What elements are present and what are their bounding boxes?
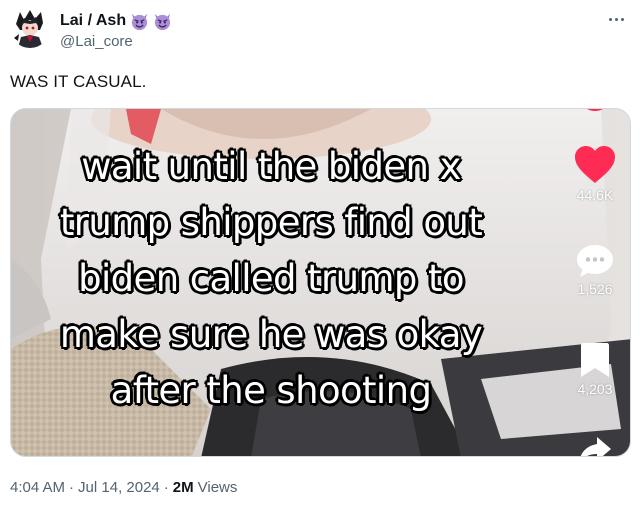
views-count: 2M	[172, 479, 194, 496]
tweet-text: WAS IT CASUAL.	[10, 72, 147, 91]
avatar-follow-peek[interactable]	[560, 109, 630, 113]
share-button[interactable]	[560, 435, 630, 456]
meta-separator: ·	[163, 479, 169, 496]
author-handle[interactable]: @Lai_core	[60, 33, 133, 50]
tweet-media[interactable]: wait until the biden x trump shippers fi…	[10, 108, 631, 457]
comment-count: 1,526	[577, 281, 613, 297]
save-button[interactable]: 4,203	[560, 341, 630, 397]
caption-line: wait until the biden x	[81, 145, 461, 188]
tweet-date[interactable]: Jul 14, 2024	[78, 479, 160, 496]
follow-plus-icon	[587, 109, 603, 111]
author-name-row: Lai / Ash	[60, 10, 172, 32]
bookmark-icon	[581, 343, 609, 377]
caption-line: biden called trump to	[78, 257, 464, 300]
comment-button[interactable]: 1,526	[560, 243, 630, 297]
save-count: 4,203	[577, 381, 613, 397]
like-button[interactable]: 44.6K	[560, 145, 630, 203]
tweet-metadata: 4:04 AM · Jul 14, 2024 · 2M Views	[10, 479, 237, 496]
like-count: 44.6K	[576, 187, 614, 203]
avatar[interactable]	[10, 8, 50, 48]
more-dot	[620, 17, 624, 21]
heart-icon	[575, 146, 615, 183]
video-side-rail: 44.6K 1,526 4,203	[560, 109, 630, 456]
author-display-name[interactable]: Lai / Ash	[60, 12, 126, 30]
caption-line: after the shooting	[110, 369, 432, 412]
caption-line: trump shippers find out	[59, 201, 483, 244]
tweet-time[interactable]: 4:04 AM	[10, 479, 65, 496]
caption-line: make sure he was okay	[59, 313, 483, 356]
views-label: Views	[197, 479, 238, 496]
share-icon	[580, 437, 611, 456]
more-dot	[614, 17, 618, 21]
smiling-imp-icon	[130, 12, 149, 31]
comment-icon	[577, 245, 613, 277]
more-options-button[interactable]	[602, 8, 630, 30]
more-dot	[608, 17, 612, 21]
video-caption: wait until the biden x trump shippers fi…	[11, 139, 531, 419]
smiling-imp-icon	[153, 12, 172, 31]
meta-separator: ·	[69, 479, 75, 496]
